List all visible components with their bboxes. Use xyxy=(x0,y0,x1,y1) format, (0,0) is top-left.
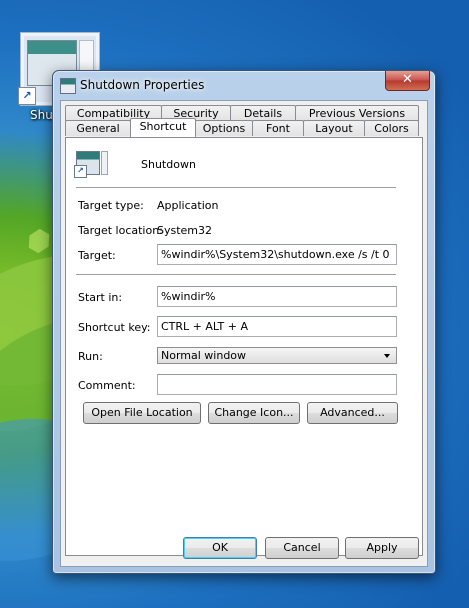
target-input[interactable]: %windir%\System32\shutdown.exe /s /t 0 xyxy=(157,244,397,265)
shortcut-key-input[interactable]: CTRL + ALT + A xyxy=(157,316,397,337)
shortcut-name: Shutdown xyxy=(141,158,196,171)
comment-label: Comment: xyxy=(78,379,136,392)
target-location-label: Target location: xyxy=(78,224,163,237)
title-bar[interactable]: Shutdown Properties ✕ xyxy=(53,71,435,99)
tab-details[interactable]: Details xyxy=(230,105,296,121)
run-label: Run: xyxy=(78,350,103,363)
divider xyxy=(76,187,396,189)
divider xyxy=(76,274,396,276)
close-button[interactable]: ✕ xyxy=(385,71,430,91)
shortcut-key-label: Shortcut key: xyxy=(78,321,151,334)
window-app-icon xyxy=(60,78,76,94)
target-type-label: Target type: xyxy=(78,199,144,212)
tab-shortcut[interactable]: Shortcut xyxy=(130,118,196,137)
target-type-value: Application xyxy=(157,199,219,212)
properties-window: Shutdown Properties ✕ Compatibility Secu… xyxy=(52,70,436,574)
shortcut-file-icon: ↗ xyxy=(74,151,108,179)
open-file-location-button[interactable]: Open File Location xyxy=(83,402,201,424)
ok-button[interactable]: OK xyxy=(183,537,257,559)
target-label: Target: xyxy=(78,249,116,262)
shortcut-arrow-icon: ↗ xyxy=(18,87,36,105)
wallpaper-hexagon xyxy=(24,226,54,256)
comment-input[interactable] xyxy=(157,374,397,395)
tab-font[interactable]: Font xyxy=(252,120,304,136)
tab-row-2: General Shortcut Options Font Layout Col… xyxy=(65,118,419,137)
start-in-input[interactable]: %windir% xyxy=(157,286,397,307)
tab-colors[interactable]: Colors xyxy=(364,120,419,136)
change-icon-button[interactable]: Change Icon... xyxy=(208,402,300,424)
target-location-value: System32 xyxy=(157,224,213,237)
run-select[interactable]: Normal window xyxy=(157,347,397,364)
chevron-down-icon xyxy=(384,354,390,358)
apply-button[interactable]: Apply xyxy=(345,537,419,559)
tab-previous-versions[interactable]: Previous Versions xyxy=(295,105,419,121)
shortcut-arrow-icon: ↗ xyxy=(74,165,87,178)
dialog-client-area: Compatibility Security Details Previous … xyxy=(60,100,428,567)
advanced-button[interactable]: Advanced... xyxy=(307,402,398,424)
window-title: Shutdown Properties xyxy=(80,78,205,92)
start-in-label: Start in: xyxy=(78,291,123,304)
tab-layout[interactable]: Layout xyxy=(303,120,365,136)
run-select-value: Normal window xyxy=(161,349,247,362)
cancel-button[interactable]: Cancel xyxy=(265,537,339,559)
shortcut-tab-panel: ↗ Shutdown Target type: Application Targ… xyxy=(65,137,423,556)
tab-options[interactable]: Options xyxy=(195,120,253,136)
tab-general[interactable]: General xyxy=(65,120,131,136)
